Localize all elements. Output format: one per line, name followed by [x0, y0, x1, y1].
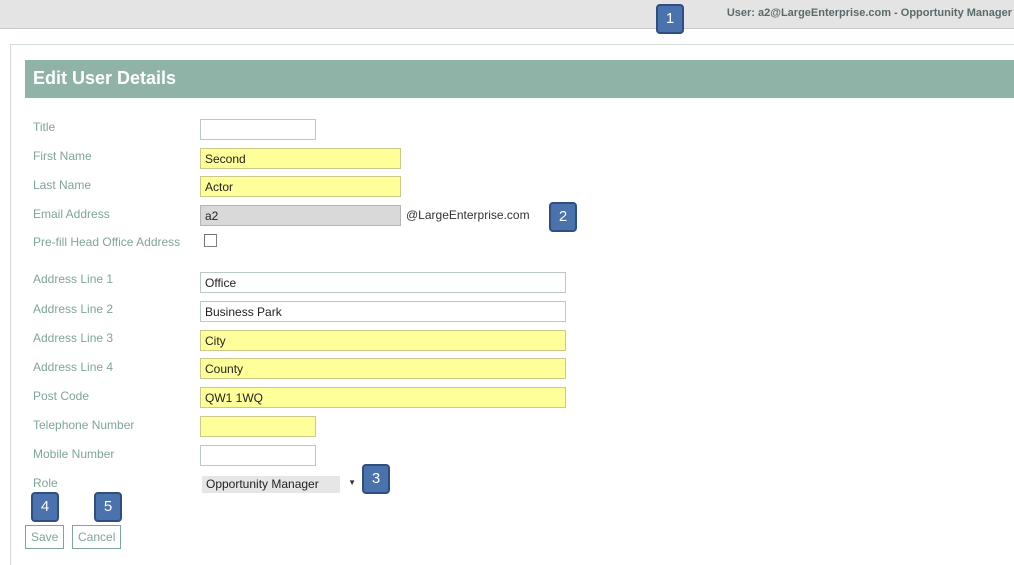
- prefill-checkbox[interactable]: [204, 234, 217, 247]
- title-field[interactable]: [200, 119, 316, 140]
- callout-marker: 1: [656, 4, 684, 34]
- email-field[interactable]: [200, 205, 401, 226]
- page-title: Edit User Details: [33, 68, 177, 88]
- mobile-field[interactable]: [200, 445, 316, 466]
- address2-field[interactable]: [200, 301, 566, 322]
- postcode-label: Post Code: [33, 389, 90, 403]
- role-select-value: Opportunity Manager: [202, 476, 340, 493]
- last-name-label: Last Name: [33, 178, 92, 192]
- address3-label: Address Line 3: [33, 331, 114, 345]
- email-label: Email Address: [33, 207, 110, 221]
- save-button[interactable]: Save: [25, 525, 65, 549]
- last-name-field[interactable]: [200, 176, 401, 197]
- first-name-label: First Name: [33, 149, 92, 163]
- section-header: Edit User Details: [25, 60, 1014, 98]
- user-info: User: a2@LargeEnterprise.com - Opportuni…: [726, 7, 1012, 19]
- address1-field[interactable]: [200, 272, 566, 293]
- address1-label: Address Line 1: [33, 272, 114, 286]
- postcode-field[interactable]: [200, 387, 566, 408]
- callout-marker: 3: [362, 464, 390, 494]
- telephone-field[interactable]: [200, 416, 316, 437]
- dropdown-arrow-icon[interactable]: ▼: [348, 478, 356, 487]
- callout-marker: 4: [31, 492, 59, 522]
- email-domain-suffix: @LargeEnterprise.com: [406, 208, 530, 222]
- address4-label: Address Line 4: [33, 360, 114, 374]
- role-label: Role: [33, 476, 58, 490]
- callout-marker: 2: [549, 202, 577, 232]
- telephone-label: Telephone Number: [33, 418, 135, 432]
- mobile-label: Mobile Number: [33, 447, 115, 461]
- cancel-button[interactable]: Cancel: [72, 525, 122, 549]
- callout-marker: 5: [94, 492, 122, 522]
- prefill-label: Pre-fill Head Office Address: [33, 235, 181, 249]
- address2-label: Address Line 2: [33, 302, 114, 316]
- address4-field[interactable]: [200, 358, 566, 379]
- role-select[interactable]: Opportunity Manager ▼: [200, 474, 358, 495]
- top-bar: User: a2@LargeEnterprise.com - Opportuni…: [0, 0, 1014, 29]
- address3-field[interactable]: [200, 330, 566, 351]
- title-label: Title: [33, 120, 56, 134]
- first-name-field[interactable]: [200, 148, 401, 169]
